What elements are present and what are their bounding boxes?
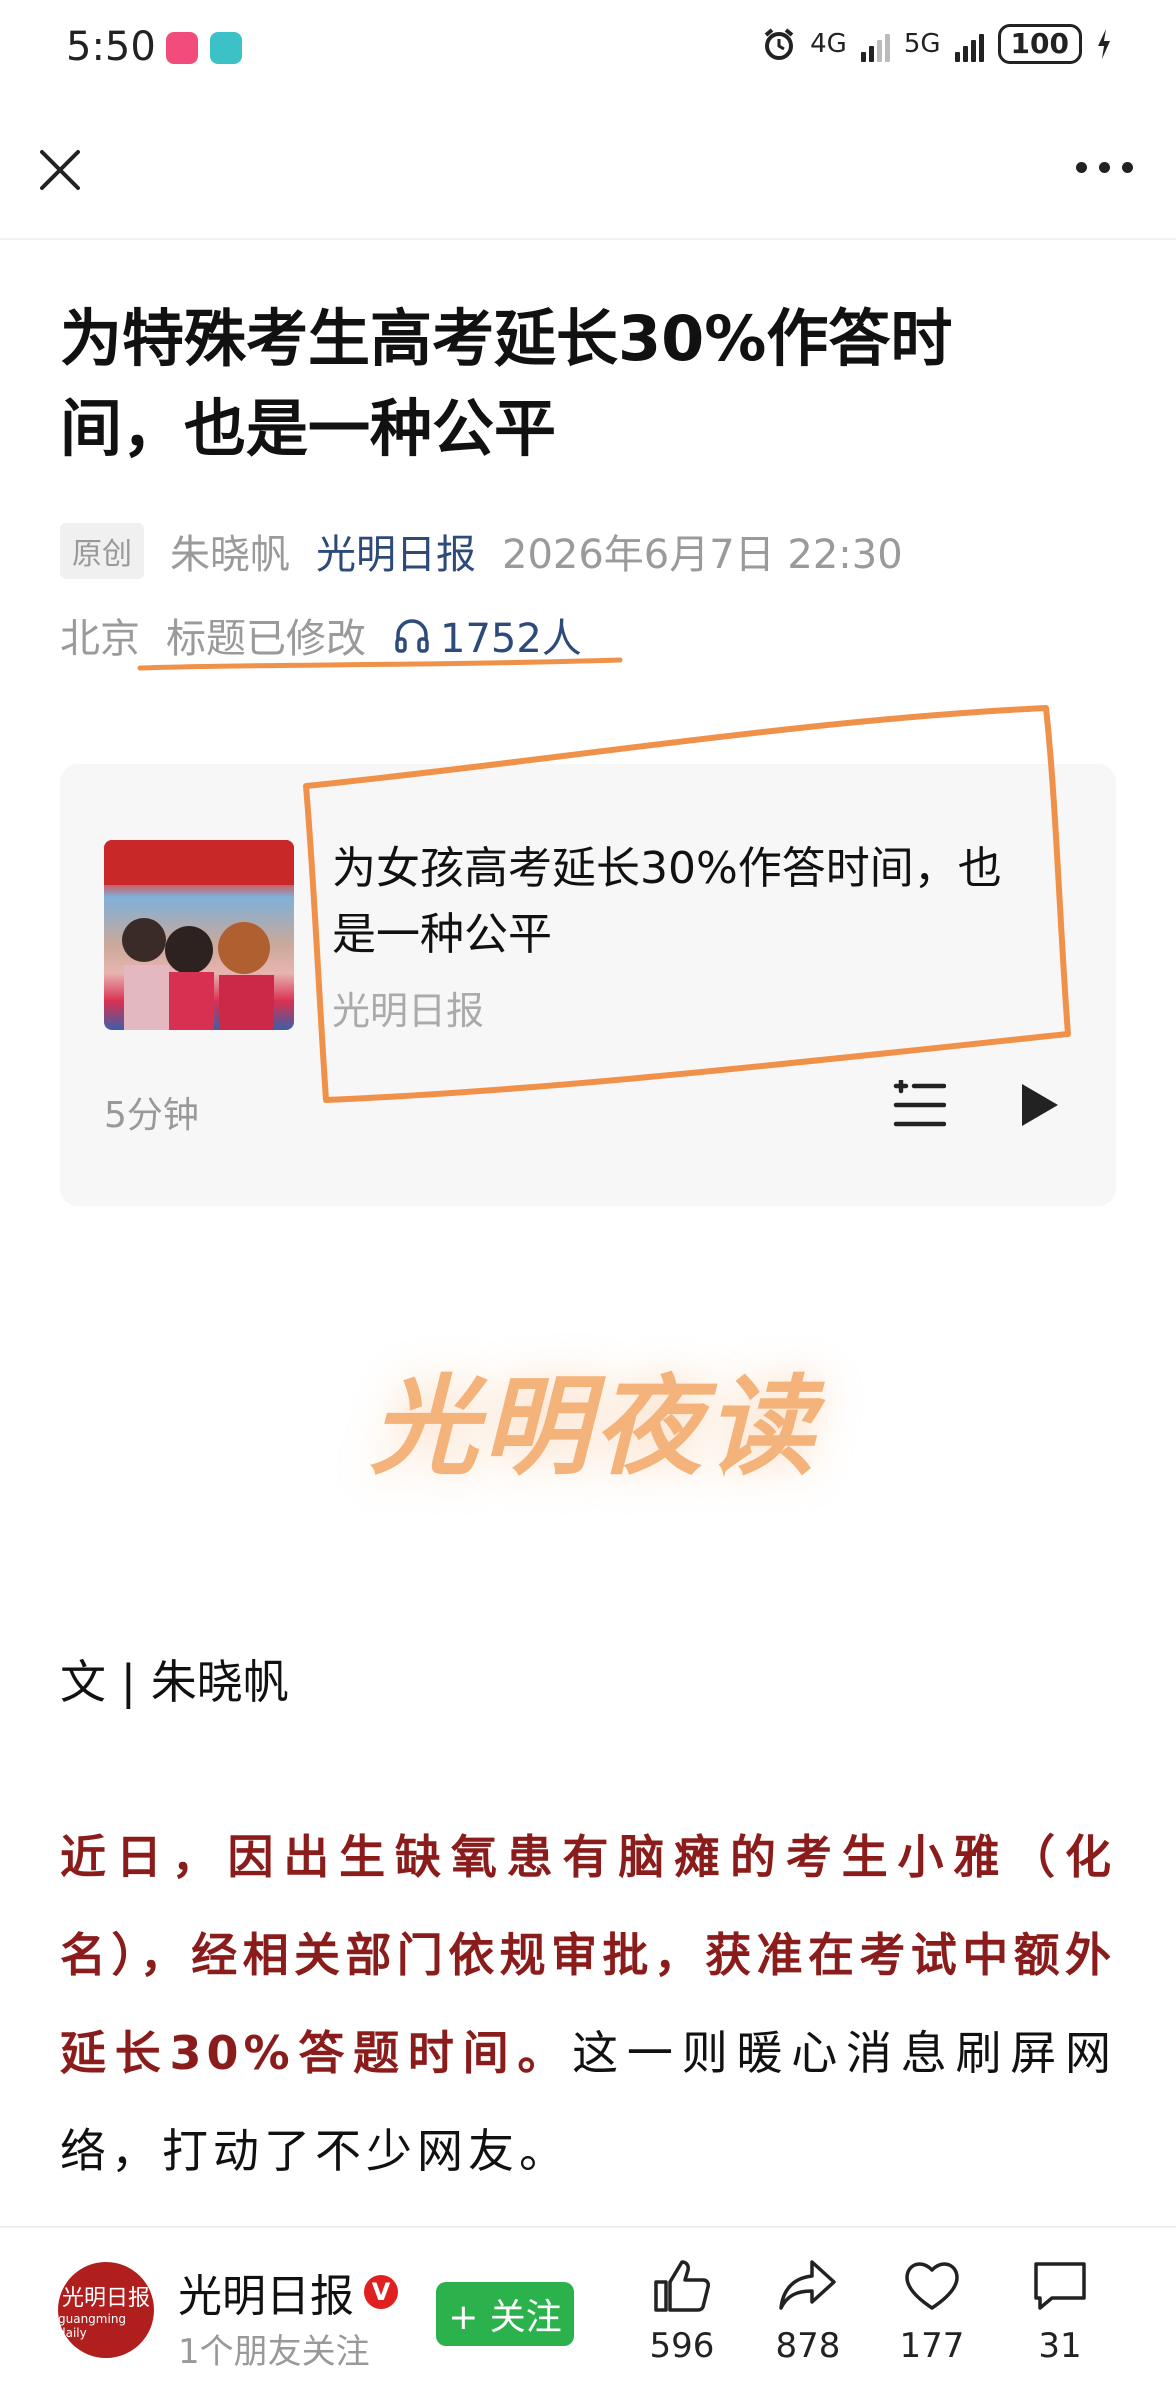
play-icon[interactable]: [1014, 1080, 1064, 1130]
audio-card-source: 光明日报: [332, 989, 485, 1033]
favorite-count: 177: [899, 2326, 965, 2366]
headphones-icon: [395, 619, 429, 653]
article-meta: 原创 朱晓帆 光明日报 2026年6月7日 22:30: [60, 522, 903, 580]
close-icon[interactable]: [38, 148, 82, 192]
share-icon: [779, 2260, 836, 2310]
follow-button[interactable]: + 关注: [436, 2282, 574, 2346]
audio-card-title[interactable]: 为女孩高考延长30%作答时间，也是一种公平: [332, 836, 1012, 968]
network-4g-label: 4G: [810, 29, 847, 59]
charging-icon: [1098, 29, 1110, 59]
signal-icon: [954, 26, 984, 62]
avatar-logo-text: 光明日报: [61, 2286, 150, 2311]
audio-duration: 5分钟: [104, 1095, 199, 1136]
share-count: 878: [775, 2326, 841, 2366]
listen-count[interactable]: 1752人: [392, 606, 582, 664]
publisher-name[interactable]: 光明日报 V: [178, 2260, 398, 2324]
bilibili-app-icon: [166, 32, 198, 64]
status-time: 5:50: [66, 24, 156, 70]
avatar-sub-text: guangming daily: [58, 2312, 127, 2340]
weather-app-icon: [210, 32, 242, 64]
signal-icon: [860, 26, 890, 62]
original-badge: 原创: [60, 523, 144, 579]
like-count: 596: [649, 2326, 715, 2366]
listeners-label: 1752人: [440, 616, 582, 662]
publisher-avatar[interactable]: 光明日报 guangming daily: [58, 2262, 154, 2358]
header-divider: [0, 238, 1176, 240]
guangming-night-read-logo: 光明夜读: [370, 1365, 819, 1490]
author-name[interactable]: 朱晓帆: [170, 522, 290, 580]
publisher-name-label: 光明日报: [178, 2271, 354, 2322]
location: 北京: [60, 616, 140, 662]
more-icon[interactable]: [1076, 152, 1136, 182]
edited-note: 标题已修改: [166, 616, 366, 662]
publish-datetime: 2026年6月7日 22:30: [502, 532, 903, 578]
network-5g-label: 5G: [903, 29, 941, 59]
comment-icon: [1034, 2262, 1086, 2310]
article-paragraph: 近日，因出生缺氧患有脑瘫的考生小雅（化名），经相关部门依规审批，获准在考试中额外…: [60, 1808, 1116, 2200]
source-link[interactable]: 光明日报: [316, 522, 476, 580]
heart-icon: [905, 2262, 959, 2310]
status-indicators: 4G 5G 100: [762, 24, 1112, 64]
thumbs-up-icon: [654, 2260, 710, 2312]
comment-button[interactable]: 31: [1010, 2258, 1110, 2366]
comment-count: 31: [1038, 2326, 1082, 2366]
verified-badge: V: [364, 2275, 398, 2309]
battery-indicator: 100: [997, 24, 1082, 64]
alarm-icon: [764, 28, 794, 60]
byline: 文 | 朱晓帆: [60, 1655, 289, 1709]
audio-thumbnail: [104, 840, 294, 1030]
share-button[interactable]: 878: [758, 2258, 858, 2366]
playlist-icon[interactable]: [892, 1080, 946, 1130]
friends-following-note: 1个朋友关注: [178, 2332, 370, 2372]
like-button[interactable]: 596: [632, 2258, 732, 2366]
favorite-button[interactable]: 177: [882, 2258, 982, 2366]
article-title: 为特殊考生高考延长30%作答时间，也是一种公平: [60, 302, 953, 465]
bottom-action-bar: [0, 2226, 1176, 2402]
article-meta-2: 北京 标题已修改 1752人: [60, 606, 582, 664]
